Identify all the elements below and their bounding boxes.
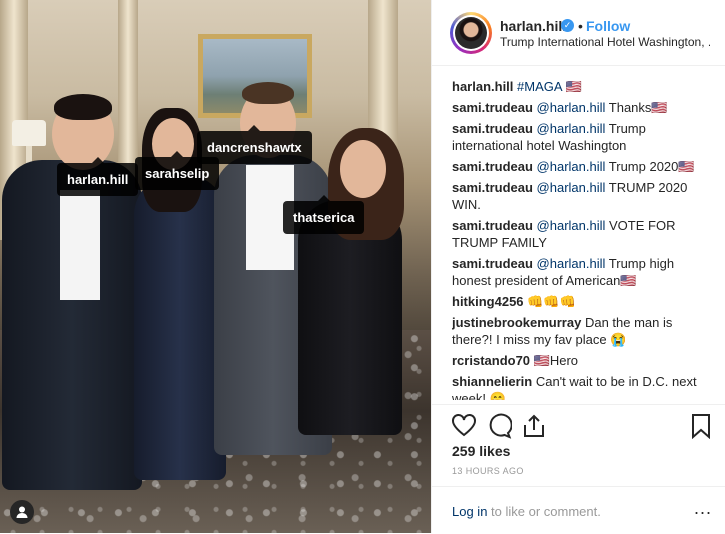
post-timestamp[interactable]: 13 HOURS AGO: [452, 466, 524, 476]
comment-item: sami.trudeau @harlan.hill Trump 2020🇺🇸: [452, 158, 714, 175]
comment-username[interactable]: shiannelierin: [452, 374, 532, 389]
comment-username[interactable]: sami.trudeau: [452, 100, 533, 115]
comment-username[interactable]: hitking4256: [452, 294, 524, 309]
like-count[interactable]: 259 likes: [452, 443, 510, 459]
separator-dot: •: [578, 18, 583, 34]
comment-mention[interactable]: @harlan.hill: [537, 121, 606, 136]
comment-text: Trump 2020🇺🇸: [608, 159, 695, 174]
location-link[interactable]: Trump International Hotel Washington, ..…: [500, 35, 710, 49]
caption-username[interactable]: harlan.hill: [452, 79, 513, 94]
post-header: harlan.hill ✓ • Follow Trump Internation…: [432, 0, 725, 66]
comment-text: Thanks🇺🇸: [608, 100, 668, 115]
person-3-hair: [242, 82, 294, 104]
post-photo[interactable]: harlan.hill sarahselip dancrenshawtx tha…: [0, 0, 431, 533]
comment-item: sami.trudeau @harlan.hill Trump internat…: [452, 120, 714, 154]
comment-username[interactable]: sami.trudeau: [452, 218, 533, 233]
login-bar: Log in to like or comment. ...: [432, 486, 725, 534]
comment-mention[interactable]: @harlan.hill: [537, 256, 606, 271]
avatar[interactable]: [450, 12, 492, 54]
comment-text: 🇺🇸Hero: [533, 353, 579, 368]
photo-tag-dancrenshawtx[interactable]: dancrenshawtx: [197, 125, 312, 164]
comment-username[interactable]: rcristando70: [452, 353, 530, 368]
bookmark-icon[interactable]: [688, 413, 714, 439]
comment-item: sami.trudeau @harlan.hill Trump high hon…: [452, 255, 714, 289]
verified-icon: ✓: [561, 19, 574, 32]
heart-icon[interactable]: [451, 413, 477, 439]
login-prompt: Log in to like or comment.: [452, 504, 601, 519]
comment-item: shiannelierin Can't wait to be in D.C. n…: [452, 373, 714, 400]
comments-list[interactable]: harlan.hill #MAGA 🇺🇸 sami.trudeau @harla…: [452, 78, 714, 400]
comment-item: justinebrookemurray Dan the man is there…: [452, 314, 714, 348]
caption-text[interactable]: #MAGA 🇺🇸: [517, 79, 582, 94]
comment-username[interactable]: sami.trudeau: [452, 180, 533, 195]
photo-tag-harlan-hill[interactable]: harlan.hill: [57, 157, 139, 196]
login-text: to like or comment.: [487, 504, 601, 519]
comment-username[interactable]: sami.trudeau: [452, 121, 533, 136]
comment-text: 👊👊👊: [527, 294, 576, 309]
comment-mention[interactable]: @harlan.hill: [537, 159, 606, 174]
lamp: [12, 120, 46, 146]
comment-item: sami.trudeau @harlan.hill TRUMP 2020 WIN…: [452, 179, 714, 213]
photo-tag-thatserica[interactable]: thatserica: [283, 195, 365, 234]
comment-mention[interactable]: @harlan.hill: [537, 100, 606, 115]
caption: harlan.hill #MAGA 🇺🇸: [452, 78, 714, 95]
comment-mention[interactable]: @harlan.hill: [537, 218, 606, 233]
share-icon[interactable]: [521, 413, 547, 439]
comment-username[interactable]: justinebrookemurray: [452, 315, 581, 330]
user-tag-icon[interactable]: [10, 500, 34, 524]
shirt: [60, 190, 100, 300]
person-4-head: [340, 140, 386, 198]
person-1-hair: [54, 94, 112, 120]
follow-button[interactable]: Follow: [586, 18, 630, 34]
comment-item: rcristando70 🇺🇸Hero: [452, 352, 714, 369]
comment-icon[interactable]: [486, 413, 512, 439]
comment-mention[interactable]: @harlan.hill: [537, 180, 606, 195]
comment-item: sami.trudeau @harlan.hill Thanks🇺🇸: [452, 99, 714, 116]
comment-username[interactable]: sami.trudeau: [452, 256, 533, 271]
more-options-icon[interactable]: ...: [694, 498, 712, 519]
comment-username[interactable]: sami.trudeau: [452, 159, 533, 174]
username-link[interactable]: harlan.hill: [500, 18, 566, 34]
post-side-panel: harlan.hill ✓ • Follow Trump Internation…: [431, 0, 725, 533]
comment-item: hitking4256 👊👊👊: [452, 293, 714, 310]
person-2: [134, 175, 226, 480]
login-link[interactable]: Log in: [452, 504, 487, 519]
comment-item: sami.trudeau @harlan.hill VOTE FOR TRUMP…: [452, 217, 714, 251]
